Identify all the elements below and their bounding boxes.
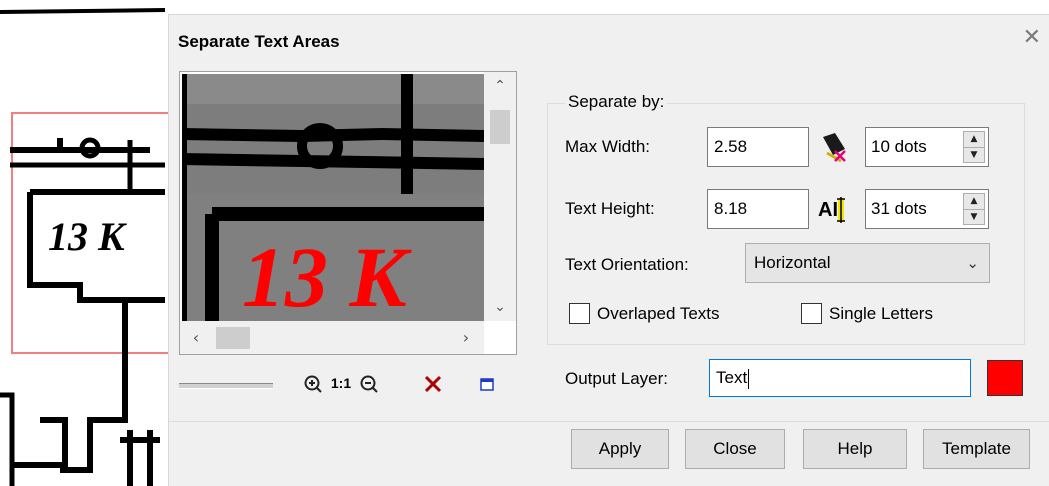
text-height-icon[interactable]: AI bbox=[817, 193, 849, 225]
output-color-swatch[interactable] bbox=[987, 360, 1023, 396]
svg-text:AI: AI bbox=[818, 199, 838, 221]
text-orientation-select[interactable]: Horizontal ⌄ bbox=[745, 243, 990, 283]
close-icon[interactable]: ✕ bbox=[1023, 27, 1041, 49]
text-height-input[interactable]: 8.18 bbox=[707, 189, 809, 229]
scroll-left-icon[interactable]: ‹ bbox=[182, 321, 210, 354]
text-height-dots-value: 31 dots bbox=[871, 199, 927, 218]
preview-image: 13 K bbox=[182, 74, 484, 321]
overlapped-texts-checkbox[interactable] bbox=[569, 303, 590, 324]
spin-down-icon[interactable]: ▼ bbox=[964, 210, 984, 225]
spin-down-icon[interactable]: ▼ bbox=[964, 148, 984, 163]
text-caret bbox=[748, 368, 750, 389]
max-width-dots-value: 10 dots bbox=[871, 137, 927, 156]
horizontal-scroll-thumb[interactable] bbox=[216, 327, 250, 349]
max-width-spin-buttons[interactable]: ▲ ▼ bbox=[963, 131, 985, 163]
eraser-icon[interactable] bbox=[817, 131, 849, 163]
preview-text: 13 K bbox=[242, 229, 413, 321]
text-orientation-label: Text Orientation: bbox=[565, 255, 689, 274]
footer-divider bbox=[169, 421, 1049, 422]
horizontal-scrollbar[interactable]: ‹ › bbox=[180, 321, 484, 354]
apply-button[interactable]: Apply bbox=[571, 429, 669, 469]
dialog-title: Separate Text Areas bbox=[178, 32, 340, 51]
help-button[interactable]: Help bbox=[803, 429, 907, 469]
text-height-dots-spinner[interactable]: 31 dots ▲ ▼ bbox=[865, 189, 989, 229]
zoom-slider[interactable] bbox=[179, 383, 273, 389]
vertical-scroll-thumb[interactable] bbox=[490, 110, 510, 144]
preview-pane[interactable]: 13 K ⌃ ⌄ ‹ › bbox=[179, 71, 517, 355]
close-button[interactable]: Close bbox=[685, 429, 785, 469]
text-orientation-value: Horizontal bbox=[754, 253, 831, 272]
text-height-spin-buttons[interactable]: ▲ ▼ bbox=[963, 193, 985, 225]
output-layer-value: Text bbox=[716, 368, 748, 387]
zoom-in-icon[interactable] bbox=[301, 369, 325, 397]
drawing-label: 13 K bbox=[48, 214, 127, 259]
scroll-right-icon[interactable]: › bbox=[452, 321, 480, 354]
scroll-up-icon[interactable]: ⌃ bbox=[484, 72, 516, 100]
max-width-label: Max Width: bbox=[565, 137, 651, 156]
single-letters-checkbox[interactable] bbox=[801, 303, 822, 324]
title-bar: Separate Text Areas ✕ bbox=[169, 15, 1049, 67]
output-layer-input[interactable]: Text bbox=[709, 359, 971, 397]
spin-up-icon[interactable]: ▲ bbox=[964, 132, 984, 148]
delete-icon[interactable] bbox=[421, 369, 445, 397]
chevron-down-icon: ⌄ bbox=[966, 254, 979, 272]
spin-up-icon[interactable]: ▲ bbox=[964, 194, 984, 210]
template-button[interactable]: Template bbox=[923, 429, 1030, 469]
window-icon[interactable] bbox=[475, 369, 499, 397]
text-height-label: Text Height: bbox=[565, 199, 655, 218]
overlapped-texts-label[interactable]: Overlaped Texts bbox=[597, 304, 720, 324]
actual-size-button[interactable]: 1:1 bbox=[329, 369, 353, 397]
output-layer-label: Output Layer: bbox=[565, 369, 669, 388]
zoom-out-icon[interactable] bbox=[357, 369, 381, 397]
scroll-down-icon[interactable]: ⌄ bbox=[484, 293, 516, 321]
separate-by-legend: Separate by: bbox=[565, 92, 668, 112]
max-width-dots-spinner[interactable]: 10 dots ▲ ▼ bbox=[865, 127, 989, 167]
max-width-input[interactable]: 2.58 bbox=[707, 127, 809, 167]
single-letters-label[interactable]: Single Letters bbox=[829, 304, 933, 324]
separate-text-areas-dialog: Separate Text Areas ✕ 13 K ⌃ ⌄ ‹ › 1:1 S… bbox=[168, 14, 1049, 486]
background-drawing: 13 K bbox=[0, 0, 170, 486]
vertical-scrollbar[interactable]: ⌃ ⌄ bbox=[484, 72, 516, 321]
